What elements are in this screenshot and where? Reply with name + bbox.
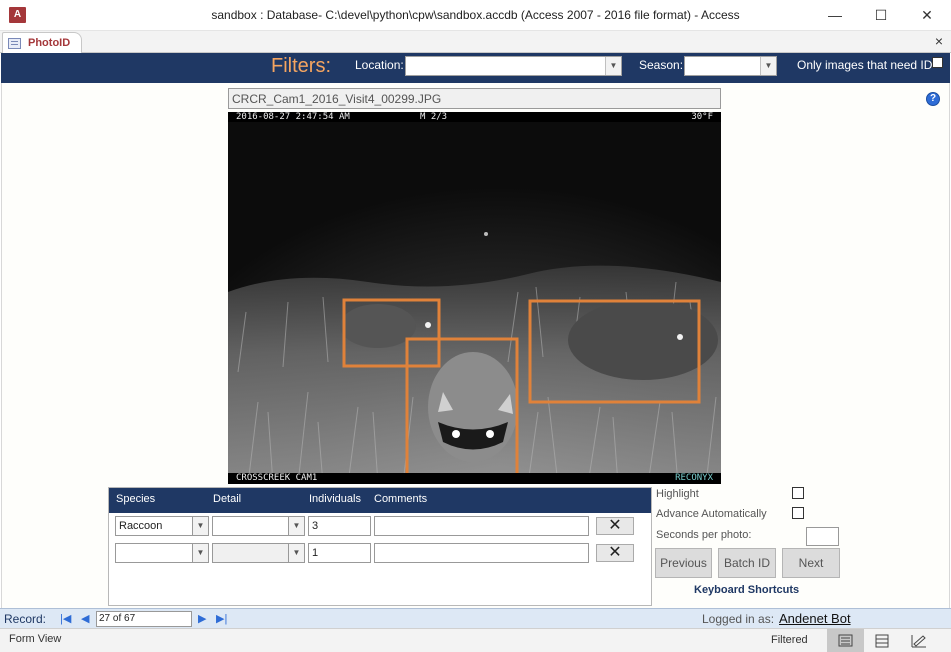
eye-shine bbox=[486, 430, 494, 438]
season-combobox[interactable]: ▼ bbox=[684, 56, 777, 76]
species-combobox[interactable]: Raccoon ▼ bbox=[115, 516, 209, 536]
previous-record-icon[interactable]: ◀ bbox=[81, 612, 89, 625]
eye-shine bbox=[425, 322, 431, 328]
photo-brand: RECONYX bbox=[675, 473, 713, 483]
individuals-field[interactable]: 1 bbox=[308, 543, 371, 563]
keyboard-shortcuts-link[interactable]: Keyboard Shortcuts bbox=[694, 584, 799, 596]
highlight-label: Highlight bbox=[656, 488, 699, 500]
only-need-id-label: Only images that need ID bbox=[797, 58, 933, 72]
species-value: Raccoon bbox=[119, 520, 163, 532]
eye-shine bbox=[677, 334, 683, 340]
view-mode-text: Form View bbox=[9, 633, 62, 645]
photo-camera-bar: CROSSCREEK CAM1 RECONYX bbox=[228, 473, 721, 484]
filters-title: Filters: bbox=[271, 55, 331, 77]
season-label: Season: bbox=[639, 58, 684, 72]
chevron-down-icon[interactable]: ▼ bbox=[192, 543, 209, 563]
sky-speck bbox=[484, 232, 488, 236]
delete-row-button[interactable]: ✕ bbox=[596, 544, 634, 562]
layout-view-icon bbox=[875, 634, 889, 648]
location-combobox[interactable]: ▼ bbox=[405, 56, 622, 76]
chevron-down-icon[interactable]: ▼ bbox=[192, 516, 209, 536]
first-record-icon[interactable]: |◀ bbox=[60, 612, 71, 625]
photo-filename-field: CRCR_Cam1_2016_Visit4_00299.JPG bbox=[228, 88, 721, 109]
design-view-button[interactable] bbox=[901, 629, 938, 652]
photo-temperature: 30°F bbox=[691, 112, 713, 122]
photo-datetime: 2016-08-27 2:47:54 AM bbox=[236, 112, 350, 122]
photo-mode: M 2/3 bbox=[420, 112, 448, 122]
photo-timestamp-bar: 2016-08-27 2:47:54 AM M 2/3 30°F bbox=[228, 112, 721, 122]
filtered-indicator: Filtered bbox=[771, 634, 808, 646]
seconds-per-photo-input[interactable] bbox=[806, 527, 839, 546]
chevron-down-icon[interactable]: ▼ bbox=[288, 543, 305, 563]
comments-field[interactable] bbox=[374, 543, 589, 563]
advance-automatically-checkbox[interactable] bbox=[792, 507, 804, 519]
layout-view-button[interactable] bbox=[864, 629, 901, 652]
detail-combobox[interactable]: ▼ bbox=[212, 516, 305, 536]
photo-camera-name: CROSSCREEK CAM1 bbox=[236, 473, 318, 483]
photo-illustration bbox=[228, 112, 721, 484]
record-position-field[interactable]: 27 of 67 bbox=[96, 611, 192, 627]
status-bar: Form View Filtered bbox=[0, 628, 951, 652]
tab-photoid[interactable]: PhotoID bbox=[2, 32, 82, 54]
maximize-button[interactable]: ☐ bbox=[858, 0, 904, 31]
detail-combobox[interactable]: ▼ bbox=[212, 543, 305, 563]
species-grid: Species Detail Individuals Comments Racc… bbox=[108, 487, 652, 606]
comments-field[interactable] bbox=[374, 516, 589, 536]
tab-photoid-label: PhotoID bbox=[28, 37, 71, 49]
only-need-id-checkbox[interactable] bbox=[932, 57, 943, 68]
minimize-button[interactable]: — bbox=[812, 0, 858, 31]
raccoon-left-body bbox=[340, 304, 416, 348]
close-window-button[interactable]: ✕ bbox=[904, 0, 950, 31]
individuals-field[interactable]: 3 bbox=[308, 516, 371, 536]
previous-button[interactable]: Previous bbox=[655, 548, 712, 578]
camera-trap-photo: 2016-08-27 2:47:54 AM M 2/3 30°F CROSSCR… bbox=[228, 112, 721, 484]
delete-row-button[interactable]: ✕ bbox=[596, 517, 634, 535]
last-record-icon[interactable]: ▶| bbox=[216, 612, 227, 625]
close-document-icon[interactable]: × bbox=[935, 33, 943, 49]
eye-shine bbox=[452, 430, 460, 438]
logged-in-user: Andenet Bot bbox=[779, 611, 851, 626]
header-comments: Comments bbox=[374, 493, 428, 505]
record-label: Record: bbox=[4, 612, 47, 626]
window-titlebar: A sandbox : Database- C:\devel\python\cp… bbox=[0, 0, 951, 31]
document-tab-strip: PhotoID × bbox=[0, 31, 951, 54]
form-view-button[interactable] bbox=[827, 629, 864, 652]
next-record-icon[interactable]: ▶ bbox=[198, 612, 206, 625]
batch-id-button[interactable]: Batch ID bbox=[718, 548, 776, 578]
chevron-down-icon[interactable]: ▼ bbox=[760, 57, 776, 75]
grid-header: Species Detail Individuals Comments bbox=[109, 488, 651, 513]
filter-bar: Filters: Location: ▼ Season: ▼ Only imag… bbox=[1, 53, 950, 83]
advance-automatically-label: Advance Automatically bbox=[656, 508, 767, 520]
seconds-per-photo-label: Seconds per photo: bbox=[656, 529, 752, 541]
window-title: sandbox : Database- C:\devel\python\cpw\… bbox=[211, 8, 740, 22]
location-label: Location: bbox=[355, 58, 404, 72]
chevron-down-icon[interactable]: ▼ bbox=[605, 57, 621, 75]
form-view-icon bbox=[838, 634, 853, 647]
highlight-checkbox[interactable] bbox=[792, 487, 804, 499]
header-detail: Detail bbox=[213, 493, 242, 505]
logged-in-label: Logged in as: bbox=[702, 612, 775, 626]
design-view-icon bbox=[911, 635, 926, 648]
next-button[interactable]: Next bbox=[782, 548, 840, 578]
form-icon bbox=[8, 38, 21, 49]
species-combobox[interactable]: ▼ bbox=[115, 543, 209, 563]
raccoon-right-body bbox=[568, 300, 718, 380]
help-icon[interactable]: ? bbox=[926, 92, 940, 106]
header-individuals: Individuals bbox=[309, 493, 361, 505]
chevron-down-icon[interactable]: ▼ bbox=[288, 516, 305, 536]
record-navigator: Record: |◀ ◀ 27 of 67 ▶ ▶| Logged in as:… bbox=[0, 608, 951, 628]
header-species: Species bbox=[116, 493, 156, 505]
